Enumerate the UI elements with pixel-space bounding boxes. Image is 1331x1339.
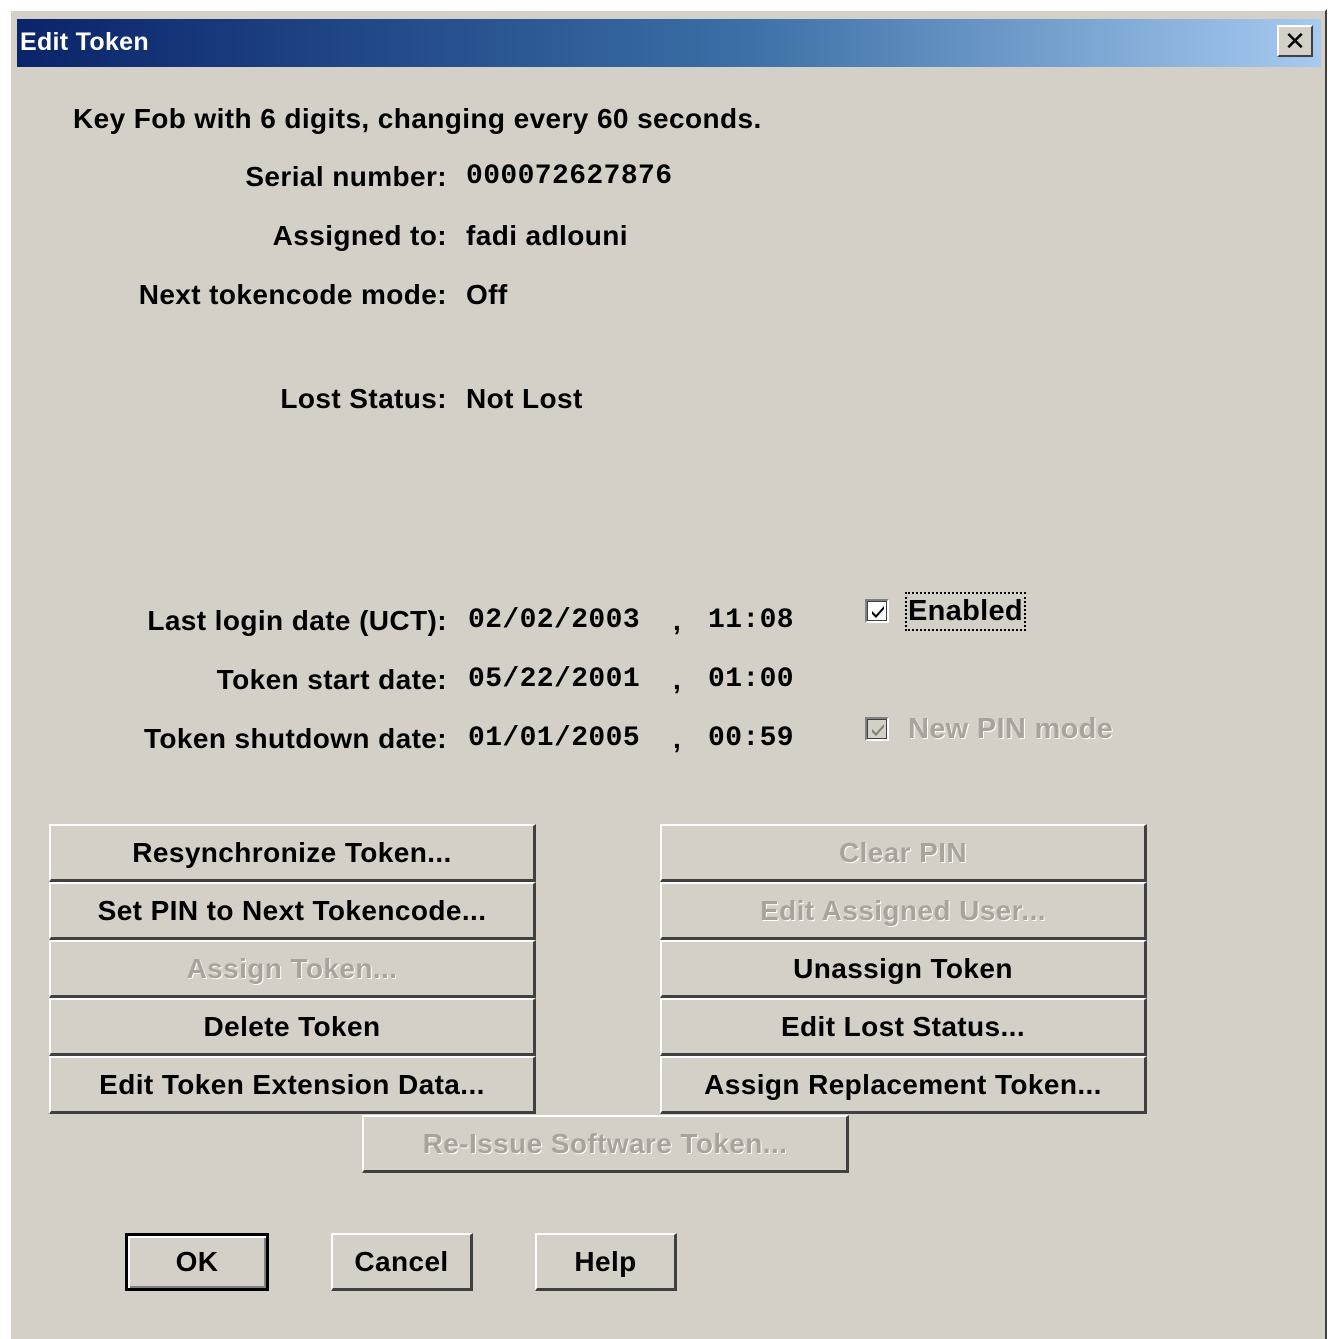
reissue-software-token-button: Re-Issue Software Token... xyxy=(362,1115,849,1173)
enabled-label[interactable]: Enabled xyxy=(905,592,1026,631)
token-description: Key Fob with 6 digits, changing every 60… xyxy=(73,103,762,134)
new-pin-mode-label: New PIN mode xyxy=(908,713,1114,745)
enabled-checkbox[interactable] xyxy=(865,599,889,623)
cancel-button[interactable]: Cancel xyxy=(331,1233,473,1291)
edit-token-extension-data-button[interactable]: Edit Token Extension Data... xyxy=(49,1056,536,1114)
next-tokencode-mode-label: Next tokencode mode: xyxy=(138,279,447,310)
dialog-body: Key Fob with 6 digits, changing every 60… xyxy=(11,11,1325,1339)
edit-lost-status-button[interactable]: Edit Lost Status... xyxy=(660,998,1147,1056)
last-login-date: 02/02/2003 xyxy=(468,605,641,636)
resynchronize-token-button[interactable]: Resynchronize Token... xyxy=(49,824,536,882)
token-start-date: 05/22/2001 xyxy=(468,664,641,695)
serial-number-value: 000072627876 xyxy=(466,161,673,192)
serial-number-label: Serial number: xyxy=(245,161,447,192)
edit-assigned-user-button: Edit Assigned User... xyxy=(660,882,1147,940)
checkmark-icon xyxy=(872,724,884,736)
next-tokencode-mode-value: Off xyxy=(466,279,508,310)
unassign-token-button[interactable]: Unassign Token xyxy=(660,940,1147,998)
assigned-to-label: Assigned to: xyxy=(272,220,447,251)
checkmark-icon xyxy=(872,606,884,618)
last-login-label: Last login date (UCT): xyxy=(147,605,447,636)
assign-token-button: Assign Token... xyxy=(49,940,536,998)
new-pin-mode-checkbox xyxy=(865,717,889,741)
token-start-separator: , xyxy=(673,664,682,695)
edit-token-dialog: Edit Token ✕ Key Fob with 6 digits, chan… xyxy=(9,9,1327,1339)
token-shutdown-label: Token shutdown date: xyxy=(143,723,447,754)
assign-replacement-token-button[interactable]: Assign Replacement Token... xyxy=(660,1056,1147,1114)
assigned-to-value: fadi adlouni xyxy=(466,220,628,251)
last-login-separator: , xyxy=(673,605,682,636)
last-login-time: 11:08 xyxy=(708,605,795,636)
ok-button[interactable]: OK xyxy=(125,1233,269,1291)
delete-token-button[interactable]: Delete Token xyxy=(49,998,536,1056)
token-start-label: Token start date: xyxy=(216,664,447,695)
set-pin-next-tokencode-button[interactable]: Set PIN to Next Tokencode... xyxy=(49,882,536,940)
token-shutdown-date: 01/01/2005 xyxy=(468,723,641,754)
token-start-time: 01:00 xyxy=(708,664,795,695)
clear-pin-button: Clear PIN xyxy=(660,824,1147,882)
token-shutdown-separator: , xyxy=(673,723,682,754)
help-button[interactable]: Help xyxy=(535,1233,677,1291)
token-shutdown-time: 00:59 xyxy=(708,723,795,754)
lost-status-value: Not Lost xyxy=(466,383,583,414)
lost-status-label: Lost Status: xyxy=(280,383,447,414)
